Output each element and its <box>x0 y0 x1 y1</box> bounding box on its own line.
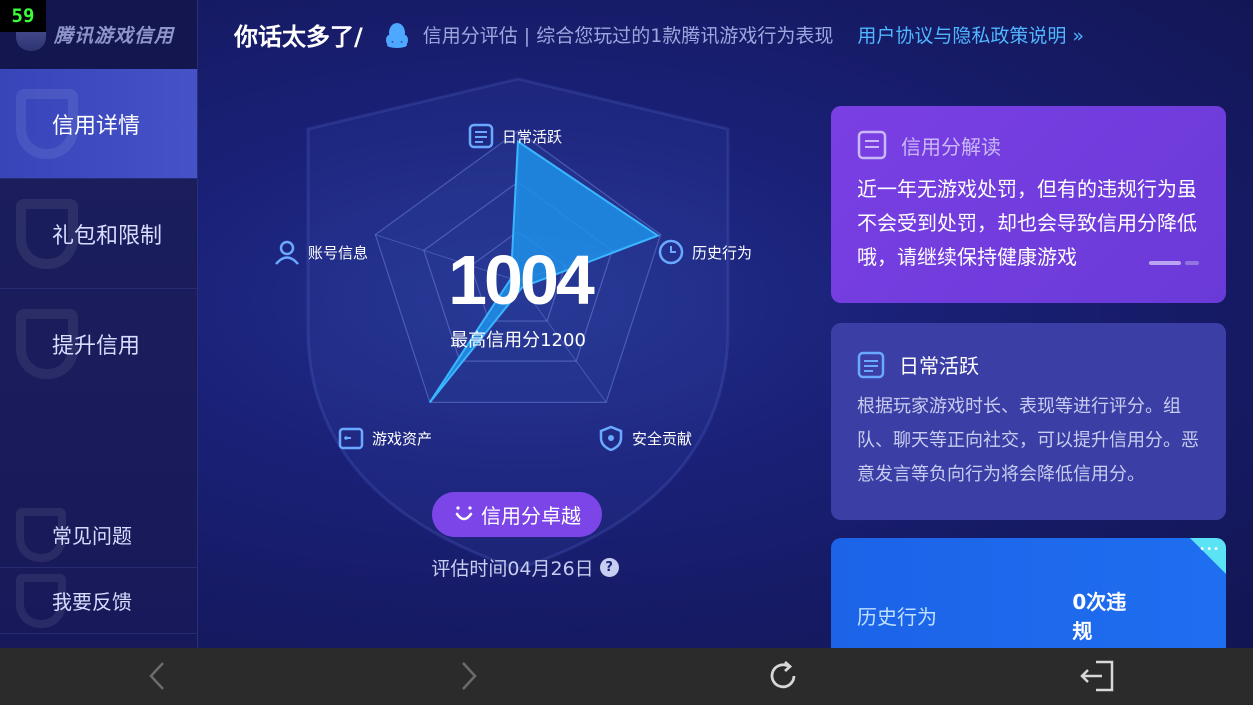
radar-dim-label: 历史行为 <box>692 243 753 262</box>
radar-dim-history: 历史行为 <box>658 239 752 265</box>
sidebar: 腾讯游戏信用 信用详情 礼包和限制 提升信用 常见问题 我要反馈 <box>0 0 198 648</box>
radar-dim-assets: 游戏资产 <box>338 425 432 451</box>
radar-dim-label: 安全贡献 <box>632 429 693 448</box>
radar-dim-label: 游戏资产 <box>372 429 433 448</box>
doc-icon <box>857 130 887 160</box>
history-behavior-card[interactable]: ••• 历史行为 0次违规 <box>831 538 1226 648</box>
card-body: 根据玩家游戏时长、表现等进行评分。组队、聊天等正向社交，可以提升信用分。恶意发言… <box>857 396 1199 485</box>
sidebar-item-label: 信用详情 <box>52 113 141 139</box>
card-title-text: 信用分解读 <box>901 134 1001 159</box>
smile-icon <box>455 505 473 520</box>
radar-dim-security: 安全贡献 <box>598 425 692 451</box>
carousel-dot-active <box>1149 261 1181 265</box>
shield-icon <box>599 425 623 451</box>
sidebar-bottom-nav: 常见问题 我要反馈 <box>0 502 198 634</box>
sidebar-item-label: 提升信用 <box>52 334 141 359</box>
sidebar-item-gifts-limits[interactable]: 礼包和限制 <box>0 179 197 289</box>
radar-panel: 日常活跃 历史行为 安全贡献 游戏资产 账号信息 1004 最高信用分1200 … <box>198 69 838 648</box>
exit-icon <box>1080 660 1114 692</box>
evaluation-time-text: 评估时间04月26日 <box>431 558 594 580</box>
sidebar-item-label: 常见问题 <box>52 524 132 548</box>
credit-level-button[interactable]: 信用分卓越 <box>432 492 602 537</box>
history-row: 历史行为 0次违规 <box>857 586 1146 644</box>
credit-level-label: 信用分卓越 <box>481 504 581 528</box>
back-button[interactable] <box>137 658 177 694</box>
history-label: 历史行为 <box>857 604 937 629</box>
radar-dim-daily: 日常活跃 <box>468 123 562 149</box>
history-value: 0次违规 <box>1072 590 1127 643</box>
username: 你话太多了/ <box>234 23 363 51</box>
credit-interpret-card[interactable]: 信用分解读 近一年无游戏处罚，但有的违规行为虽不会受到处罚，却也会导致信用分降低… <box>831 106 1226 303</box>
doc-icon <box>857 351 885 378</box>
carousel-dot <box>1185 261 1199 265</box>
exit-button[interactable] <box>1077 658 1117 694</box>
clock-icon <box>658 239 684 265</box>
max-score-text: 最高信用分1200 <box>450 330 586 351</box>
daily-activity-card[interactable]: 日常活跃 根据玩家游戏时长、表现等进行评分。组队、聊天等正向社交，可以提升信用分… <box>831 323 1226 520</box>
credit-subtitle: 信用分评估 | 综合您玩过的1款腾讯游戏行为表现 <box>422 25 834 47</box>
sidebar-item-label: 礼包和限制 <box>52 223 163 249</box>
card-title-text: 日常活跃 <box>899 354 979 378</box>
card-title: 日常活跃 <box>857 350 1200 379</box>
refresh-icon <box>770 660 796 689</box>
header: 你话太多了/ 信用分评估 | 综合您玩过的1款腾讯游戏行为表现 用户协议与隐私政… <box>198 0 1253 69</box>
app-window: 腾讯游戏信用 信用详情 礼包和限制 提升信用 常见问题 我要反馈 59 你话太多… <box>0 0 1253 648</box>
sidebar-item-faq[interactable]: 常见问题 <box>0 502 198 568</box>
radar-dim-label: 账号信息 <box>308 243 369 262</box>
wallet-icon <box>338 427 364 450</box>
help-icon[interactable]: ? <box>599 558 619 577</box>
radar-dim-account: 账号信息 <box>274 239 368 265</box>
forward-button[interactable] <box>449 658 489 694</box>
policy-link[interactable]: 用户协议与隐私政策说明 » <box>857 21 1084 48</box>
sidebar-item-improve-credit[interactable]: 提升信用 <box>0 289 197 399</box>
system-nav-bar <box>0 648 1253 705</box>
qq-penguin-icon <box>385 22 408 48</box>
card-title: 信用分解读 <box>857 130 1200 160</box>
user-icon <box>275 240 299 265</box>
back-icon <box>149 662 164 690</box>
sidebar-item-label: 我要反馈 <box>52 590 132 614</box>
carousel-dots <box>1149 261 1199 265</box>
refresh-button[interactable] <box>763 658 803 694</box>
doc-icon <box>468 123 494 149</box>
more-dots-icon: ••• <box>1199 544 1220 555</box>
card-body: 近一年无游戏处罚，但有的违规行为虽不会受到处罚，却也会导致信用分降低哦，请继续保… <box>857 177 1197 269</box>
credit-score: 1004 <box>448 241 595 319</box>
brand-name: 腾讯游戏信用 <box>54 25 175 47</box>
sidebar-item-feedback[interactable]: 我要反馈 <box>0 568 198 634</box>
radar-dim-label: 日常活跃 <box>502 127 563 146</box>
evaluation-time: 评估时间04月26日 ? <box>410 554 640 581</box>
fps-counter: 59 <box>0 0 46 32</box>
forward-icon <box>462 662 477 690</box>
sidebar-item-credit-detail[interactable]: 信用详情 <box>0 69 197 179</box>
